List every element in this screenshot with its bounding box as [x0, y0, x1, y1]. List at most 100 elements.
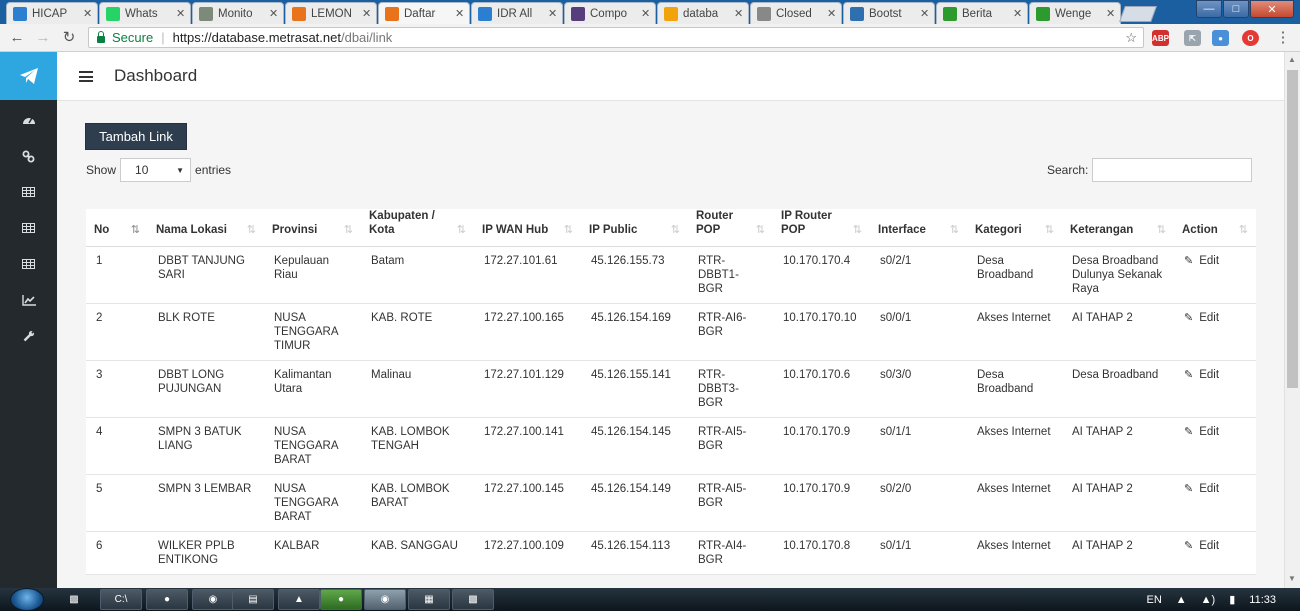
edit-link[interactable]: ✎ Edit — [1184, 483, 1219, 495]
column-header-interface[interactable]: Interface ⇅ — [870, 209, 967, 247]
close-tab-icon[interactable]: ✕ — [455, 7, 465, 20]
column-header-keterangan[interactable]: Keterangan ⇅ — [1062, 209, 1174, 247]
extension-icon[interactable]: ⇱ — [1184, 30, 1201, 46]
search-input[interactable] — [1092, 158, 1253, 182]
edit-link[interactable]: ✎ Edit — [1184, 369, 1219, 381]
brand-logo[interactable] — [0, 52, 57, 100]
edit-link[interactable]: ✎ Edit — [1184, 540, 1219, 552]
tray-arrow-icon[interactable]: ▲ — [1176, 594, 1187, 606]
new-tab-button[interactable] — [1119, 6, 1157, 22]
column-header-ip-router-pop[interactable]: IP Router POP ⇅ — [773, 209, 870, 247]
back-icon[interactable]: ← — [8, 29, 26, 47]
close-tab-icon[interactable]: ✕ — [827, 7, 837, 20]
adblock-extension-icon[interactable]: ABP — [1152, 30, 1169, 46]
network-tray-icon[interactable]: ▮ — [1229, 593, 1235, 606]
dashboard-icon[interactable] — [0, 102, 57, 138]
browser-tab[interactable]: Wenge ✕ — [1029, 2, 1121, 24]
forward-icon[interactable]: → — [34, 29, 52, 47]
link-icon[interactable] — [0, 138, 57, 174]
language-indicator[interactable]: EN — [1146, 594, 1161, 606]
table-icon-2[interactable] — [0, 210, 57, 246]
browser-tab[interactable]: IDR All ✕ — [471, 2, 563, 24]
cell-iprouter: 10.170.170.9 — [773, 474, 870, 532]
sort-icon: ⇅ — [343, 224, 353, 236]
berita-icon — [943, 6, 957, 21]
chat-taskbar-icon[interactable]: ● — [146, 589, 188, 610]
maximize-button[interactable]: □ — [1223, 0, 1249, 18]
column-header-router-pop[interactable]: Router POP ⇅ — [688, 209, 773, 247]
edit-link[interactable]: ✎ Edit — [1184, 312, 1219, 324]
browser-tab[interactable]: Compo ✕ — [564, 2, 656, 24]
column-header-no[interactable]: No ⇅ — [86, 209, 148, 247]
column-header-provinsi[interactable]: Provinsi ⇅ — [264, 209, 361, 247]
edit-link[interactable]: ✎ Edit — [1184, 426, 1219, 438]
sidebar — [0, 52, 57, 588]
opera-extension-icon[interactable]: O — [1242, 30, 1259, 46]
column-header-action[interactable]: Action ⇅ — [1174, 209, 1256, 247]
close-tab-icon[interactable]: ✕ — [920, 7, 930, 20]
cell-no: 6 — [86, 531, 148, 575]
close-tab-icon[interactable]: ✕ — [1013, 7, 1023, 20]
network-app-icon[interactable]: ▩ — [60, 589, 88, 610]
page-scrollbar[interactable]: ▲ ▼ — [1284, 52, 1300, 588]
close-tab-icon[interactable]: ✕ — [1106, 7, 1116, 20]
scroll-down-icon[interactable]: ▼ — [1288, 574, 1296, 583]
column-header-content: Action ⇅ — [1182, 223, 1248, 237]
network-taskbar-icon[interactable]: ▲ — [278, 589, 320, 610]
column-header-ip-public[interactable]: IP Public ⇅ — [581, 209, 688, 247]
bookmark-star-icon[interactable]: ☆ — [1125, 30, 1137, 46]
scrollbar-thumb[interactable] — [1287, 70, 1298, 388]
browser-tab[interactable]: Monito ✕ — [192, 2, 284, 24]
cmd-taskbar-icon[interactable]: C:\ — [100, 589, 142, 610]
browser-tab[interactable]: Bootst ✕ — [843, 2, 935, 24]
browser-tab[interactable]: Whats ✕ — [99, 2, 191, 24]
close-window-button[interactable]: ✕ — [1250, 0, 1294, 18]
column-header-kategori[interactable]: Kategori ⇅ — [967, 209, 1062, 247]
close-tab-icon[interactable]: ✕ — [83, 7, 93, 20]
close-tab-icon[interactable]: ✕ — [269, 7, 279, 20]
volume-icon[interactable]: ▲) — [1201, 594, 1216, 606]
column-header-label: IP WAN Hub — [482, 224, 549, 236]
scroll-up-icon[interactable]: ▲ — [1288, 55, 1296, 64]
browser-tab[interactable]: Daftar ✕ — [378, 2, 470, 24]
column-header-kabupaten-kota[interactable]: Kabupaten / Kota ⇅ — [361, 209, 474, 247]
column-header-nama-lokasi[interactable]: Nama Lokasi ⇅ — [148, 209, 264, 247]
browser-tab[interactable]: Closed ✕ — [750, 2, 842, 24]
menu-toggle-icon[interactable] — [79, 71, 93, 82]
close-tab-icon[interactable]: ✕ — [548, 7, 558, 20]
close-tab-icon[interactable]: ✕ — [641, 7, 651, 20]
table-icon-3[interactable] — [0, 246, 57, 282]
terminal-taskbar-icon[interactable]: ▩ — [452, 589, 494, 610]
close-tab-icon[interactable]: ✕ — [176, 7, 186, 20]
edit-link[interactable]: ✎ Edit — [1184, 255, 1219, 267]
folder-taskbar-icon[interactable]: ▦ — [408, 589, 450, 610]
translate-extension-icon[interactable]: ● — [1212, 30, 1229, 46]
close-tab-icon[interactable]: ✕ — [734, 7, 744, 20]
close-tab-icon[interactable]: ✕ — [362, 7, 372, 20]
pencil-icon: ✎ — [1184, 369, 1194, 381]
start-button[interactable] — [10, 588, 44, 611]
entries-select[interactable]: 10 ▼ — [120, 158, 192, 182]
column-header-ip-wan-hub[interactable]: IP WAN Hub ⇅ — [474, 209, 581, 247]
browser-tab[interactable]: databa ✕ — [657, 2, 749, 24]
tab-label: LEMON — [311, 7, 352, 20]
chrome-taskbar-icon[interactable]: ◉ — [364, 589, 406, 610]
notes-taskbar-icon[interactable]: ▤ — [232, 589, 274, 610]
wrench-icon[interactable] — [0, 318, 57, 354]
address-bar[interactable]: Secure | https://database.metrasat.net/d… — [88, 27, 1144, 48]
browser-menu-icon[interactable]: ⋮ — [1274, 29, 1292, 47]
sort-icon: ⇅ — [670, 224, 680, 236]
chart-line-icon[interactable] — [0, 282, 57, 318]
browser-tab[interactable]: HICAP ✕ — [6, 2, 98, 24]
table-icon-1[interactable] — [0, 174, 57, 210]
add-link-button[interactable]: Tambah Link — [85, 123, 187, 150]
app-taskbar-icon[interactable]: ● — [320, 589, 362, 610]
reload-icon[interactable]: ↻ — [60, 29, 78, 47]
tab-label: databa — [683, 7, 719, 20]
minimize-button[interactable]: — — [1196, 0, 1222, 18]
explorer-taskbar-icon[interactable]: ◉ — [192, 589, 234, 610]
browser-tab[interactable]: Berita ✕ — [936, 2, 1028, 24]
cell-action: ✎ Edit — [1174, 417, 1256, 475]
browser-tab[interactable]: LEMON ✕ — [285, 2, 377, 24]
clock[interactable]: 11:33 — [1249, 594, 1276, 606]
